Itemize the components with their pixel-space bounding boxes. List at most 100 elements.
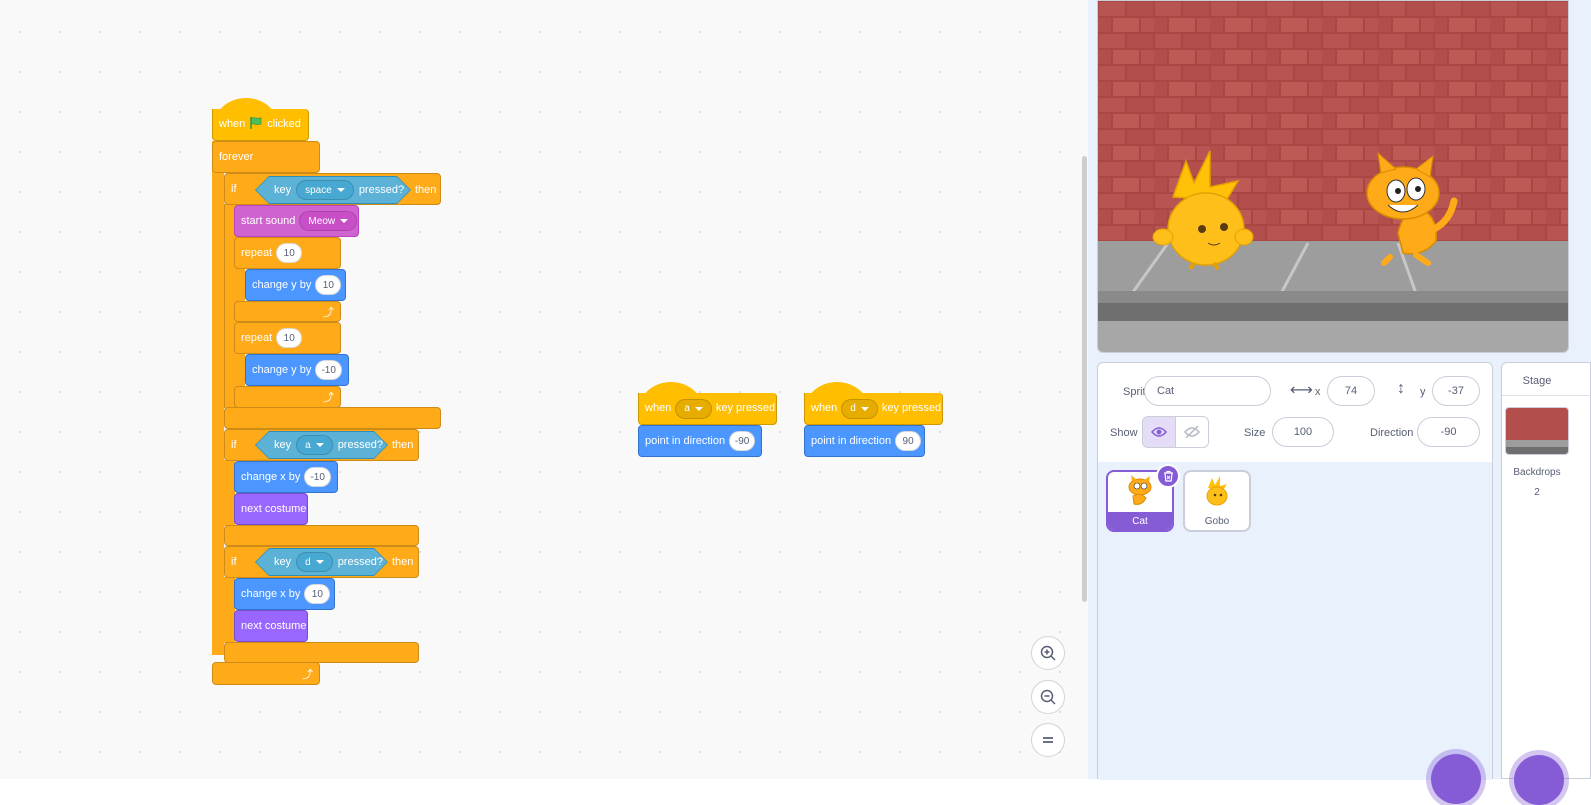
start-sound-block[interactable]: start sound Meow — [234, 205, 359, 237]
when-label: when — [811, 402, 838, 414]
cat-thumbnail-icon — [1128, 475, 1152, 505]
if-space-footer — [224, 407, 441, 429]
sprite-name-value: Cat — [1157, 385, 1175, 397]
workspace-scrollbar[interactable] — [1082, 156, 1087, 602]
point-in-direction-block-2[interactable]: point in direction 90 — [804, 425, 925, 457]
backdrops-label: Backdrops — [1513, 467, 1561, 478]
next-costume-label: next costume — [241, 502, 307, 515]
when-label: when — [219, 118, 246, 130]
show-visible-button[interactable] — [1142, 416, 1176, 448]
point-label: point in direction — [645, 434, 726, 447]
repeat2-block[interactable]: repeat 10 — [234, 322, 341, 354]
key-a-pressed[interactable]: key a pressed? — [256, 432, 387, 458]
change-x-label: change x by — [241, 587, 301, 600]
change-x-block-2[interactable]: change x by 10 — [234, 578, 335, 610]
zoom-in-icon — [1040, 645, 1056, 661]
code-workspace[interactable]: when clicked forever ⤴ if key space pres… — [0, 0, 1088, 779]
repeat1-block[interactable]: repeat 10 — [234, 237, 341, 269]
direction1-input[interactable]: -90 — [729, 431, 756, 451]
repeat2-input[interactable]: 10 — [276, 328, 303, 348]
key-pressed-label: key pressed — [881, 402, 942, 414]
zoom-out-button[interactable] — [1031, 680, 1065, 714]
next-costume-block-1[interactable]: next costume — [234, 493, 308, 525]
when-d-key-pressed-block[interactable]: when d key pressed — [804, 393, 943, 425]
direction-label: Direction — [1370, 427, 1414, 439]
if-label: if — [231, 182, 237, 195]
stage[interactable] — [1097, 0, 1569, 353]
stage-selector[interactable]: Stage Backdrops 2 — [1501, 362, 1591, 805]
sprite-name-field[interactable]: Cat — [1144, 376, 1271, 406]
vertical-arrows-icon: ↕ — [1397, 380, 1405, 397]
show-hidden-button[interactable] — [1176, 416, 1209, 448]
change-y-block-2[interactable]: change y by -10 — [245, 354, 349, 386]
stage-canvas — [1098, 1, 1568, 352]
size-value: 100 — [1293, 426, 1313, 438]
y-field[interactable]: -37 — [1432, 376, 1480, 406]
sprite-pane: Sprite Cat ⟷ x 74 ↕ y -37 Show Size 100 … — [1097, 362, 1493, 804]
pressed-label: pressed? — [337, 556, 383, 568]
point-in-direction-block-1[interactable]: point in direction -90 — [638, 425, 762, 457]
zoom-in-button[interactable] — [1031, 636, 1065, 670]
repeat-label: repeat — [241, 331, 273, 344]
point-label: point in direction — [811, 434, 892, 447]
backdrops-count: 2 — [1534, 487, 1540, 498]
key-d-pressed[interactable]: key d pressed? — [256, 549, 387, 575]
loop-arrow-icon: ⤴ — [323, 306, 334, 319]
change-x2-input[interactable]: 10 — [304, 584, 331, 604]
backdrop-thumbnail[interactable] — [1505, 407, 1569, 455]
key-d-hat-dropdown[interactable]: d — [841, 398, 878, 419]
sprite-list: Cat Gobo — [1098, 462, 1492, 804]
key-space-pressed[interactable]: key space pressed? — [256, 177, 410, 203]
key-space-dropdown[interactable]: space — [296, 180, 354, 200]
when-flag-clicked-block[interactable]: when clicked — [212, 109, 309, 141]
if-label: if — [231, 555, 237, 568]
change-y-label: change y by — [252, 278, 312, 291]
horizontal-arrows-icon: ⟷ — [1290, 382, 1313, 399]
key-label: key — [274, 556, 292, 568]
x-value: 74 — [1344, 385, 1358, 397]
change-x1-input[interactable]: -10 — [304, 467, 331, 487]
x-label: x — [1315, 386, 1321, 398]
clicked-label: clicked — [267, 118, 301, 130]
sound-dropdown[interactable]: Meow — [299, 211, 358, 231]
key-d-dropdown[interactable]: d — [296, 552, 333, 572]
forever-arm — [212, 141, 224, 655]
next-costume-label: next costume — [241, 619, 307, 632]
sprite-tile-name: Gobo — [1204, 515, 1230, 527]
if-label: if — [231, 438, 237, 451]
brick-wall — [1098, 1, 1568, 246]
when-a-key-pressed-block[interactable]: when a key pressed — [638, 393, 777, 425]
key-a-dropdown[interactable]: a — [296, 435, 333, 455]
forever-block[interactable]: forever — [212, 141, 320, 173]
y-label: y — [1420, 386, 1426, 398]
eye-hidden-icon — [1184, 425, 1200, 439]
key-pressed-label: key pressed — [715, 402, 776, 414]
change-y1-input[interactable]: 10 — [315, 275, 342, 295]
next-costume-block-2[interactable]: next costume — [234, 610, 308, 642]
zoom-reset-button[interactable] — [1031, 723, 1065, 757]
direction2-input[interactable]: 90 — [895, 431, 922, 451]
key-label: key — [274, 184, 292, 196]
repeat-label: repeat — [241, 246, 273, 259]
add-backdrop-button[interactable] — [1514, 755, 1564, 805]
direction-field[interactable]: -90 — [1417, 417, 1480, 447]
change-y-block-1[interactable]: change y by 10 — [245, 269, 346, 301]
sprite-tile-gobo[interactable]: Gobo — [1183, 470, 1251, 532]
then-label: then — [392, 556, 414, 568]
change-x-label: change x by — [241, 470, 301, 483]
change-x-block-1[interactable]: change x by -10 — [234, 461, 338, 493]
if-d-footer — [224, 642, 419, 663]
repeat1-input[interactable]: 10 — [276, 243, 303, 263]
x-field[interactable]: 74 — [1327, 376, 1375, 406]
trash-icon — [1163, 470, 1173, 482]
forever-label: forever — [219, 150, 254, 163]
size-label: Size — [1244, 427, 1266, 439]
size-field[interactable]: 100 — [1272, 417, 1334, 447]
then-label: then — [392, 439, 414, 451]
delete-sprite-button[interactable] — [1156, 464, 1180, 488]
key-a-hat-dropdown[interactable]: a — [675, 398, 712, 419]
zoom-reset-icon — [1043, 737, 1053, 743]
sprite-info: Sprite Cat ⟷ x 74 ↕ y -37 Show Size 100 … — [1098, 363, 1492, 463]
add-sprite-button[interactable] — [1431, 754, 1481, 804]
change-y2-input[interactable]: -10 — [315, 360, 342, 380]
